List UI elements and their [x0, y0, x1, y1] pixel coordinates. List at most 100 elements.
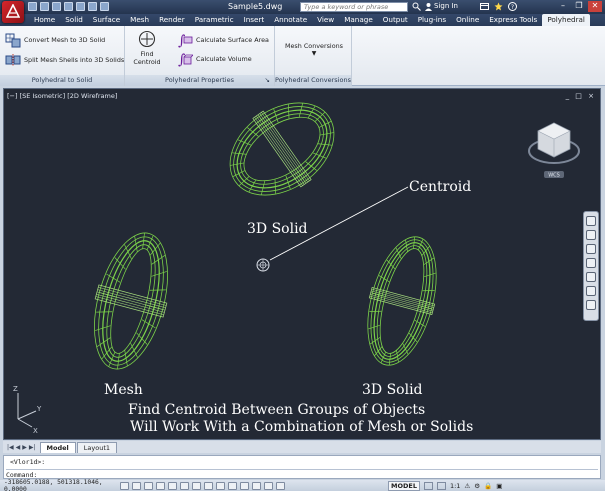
exchange-icon[interactable]	[480, 2, 489, 11]
right-solid-ring[interactable]	[354, 229, 451, 373]
clean-screen-icon[interactable]: ▣	[496, 482, 502, 490]
annotation-scale[interactable]: 1:1	[450, 482, 460, 490]
redo-icon[interactable]	[100, 2, 109, 11]
viewport-label[interactable]: [−] [SE Isometric] [2D Wireframe]	[7, 92, 117, 100]
tab-online[interactable]: Online	[451, 14, 484, 26]
snap-icon[interactable]	[132, 481, 141, 490]
command-input[interactable]: Command:	[6, 469, 598, 479]
quick-properties-icon[interactable]	[264, 481, 273, 490]
lineweight-icon[interactable]	[240, 481, 249, 490]
full-navigation-wheel-icon[interactable]	[586, 216, 596, 226]
centroid-marker[interactable]	[256, 258, 270, 272]
dialog-launcher-icon[interactable]: ↘	[265, 75, 270, 86]
grid-icon[interactable]	[144, 481, 153, 490]
tab-insert[interactable]: Insert	[239, 14, 270, 26]
navigation-bar	[583, 211, 599, 321]
osnap-icon[interactable]	[180, 481, 189, 490]
wcs-badge[interactable]: WCS	[548, 173, 560, 179]
viewcube[interactable]: WCS	[528, 122, 580, 179]
quick-view-drawings-icon[interactable]	[436, 482, 446, 490]
undo-icon[interactable]	[88, 2, 97, 11]
plot-icon[interactable]	[76, 2, 85, 11]
otrack-icon[interactable]	[204, 481, 213, 490]
drafting-toggles	[120, 481, 285, 490]
polar-icon[interactable]	[168, 481, 177, 490]
command-window[interactable]: <Vlor1d>: Command:	[3, 455, 601, 479]
tab-home[interactable]: Home	[29, 14, 60, 26]
save-icon[interactable]	[52, 2, 61, 11]
navbar-customize-icon[interactable]	[586, 286, 596, 296]
top-solid-ring[interactable]	[211, 89, 352, 216]
tab-surface[interactable]: Surface	[88, 14, 125, 26]
mesh-conversions-dropdown[interactable]: Mesh Conversions ▼	[279, 42, 349, 57]
tab-annotate[interactable]: Annotate	[269, 14, 312, 26]
drawing-viewport[interactable]: Centroid 3D Solid Mesh 3D Solid Find Cen…	[3, 88, 601, 440]
tab-view[interactable]: View	[312, 14, 339, 26]
sign-in-link[interactable]: Sign In	[434, 2, 458, 10]
convert-mesh-to-solid-button[interactable]: Convert Mesh to 3D Solid	[5, 32, 105, 48]
search-icon[interactable]	[412, 2, 421, 11]
restore-button[interactable]: ❐	[572, 1, 586, 12]
showmotion-icon[interactable]	[586, 272, 596, 282]
ring-segment	[405, 239, 408, 252]
dyn-icon[interactable]	[228, 481, 237, 490]
open-icon[interactable]	[40, 2, 49, 11]
ring-segment	[124, 350, 128, 367]
infer-constraints-icon[interactable]	[120, 481, 129, 490]
tab-solid[interactable]: Solid	[60, 14, 88, 26]
lock-icon[interactable]: 🔒	[484, 482, 492, 490]
tab-render[interactable]: Render	[154, 14, 190, 26]
workspace-switching-icon[interactable]: ⚙	[474, 482, 480, 490]
star-icon[interactable]	[494, 2, 503, 11]
calculate-volume-button[interactable]: ∫ Calculate Volume	[177, 51, 252, 67]
tab-manage[interactable]: Manage	[339, 14, 378, 26]
application-menu-button[interactable]	[2, 1, 24, 23]
panel-polyhedral-properties: Find Centroid ∫ Calculate Surface Area ∫…	[125, 26, 275, 86]
zoom-icon[interactable]	[586, 244, 596, 254]
calculate-volume-label: Calculate Volume	[196, 55, 252, 63]
orbit-icon[interactable]	[586, 258, 596, 268]
quick-view-layouts-icon[interactable]	[423, 482, 433, 490]
tab-plug-ins[interactable]: Plug-ins	[413, 14, 451, 26]
user-icon[interactable]	[424, 2, 433, 11]
next-layout-icon[interactable]: ▶	[22, 444, 27, 451]
tab-express-tools[interactable]: Express Tools	[484, 14, 542, 26]
panel-polyhedral-to-solid: Convert Mesh to 3D Solid Split Mesh Shel…	[0, 26, 125, 86]
tab-parametric[interactable]: Parametric	[190, 14, 239, 26]
pan-icon[interactable]	[586, 230, 596, 240]
crossbar-line	[96, 291, 166, 311]
help-icon[interactable]: ?	[508, 2, 517, 11]
ortho-icon[interactable]	[156, 481, 165, 490]
first-layout-icon[interactable]: |◀	[7, 444, 14, 451]
annotation-visibility-icon[interactable]: ⚠	[464, 482, 470, 490]
save-as-icon[interactable]	[64, 2, 73, 11]
tab-output[interactable]: Output	[378, 14, 413, 26]
search-input[interactable]: Type a keyword or phrase	[300, 2, 408, 12]
navbar-extra-icon[interactable]	[586, 300, 596, 310]
transparency-icon[interactable]	[252, 481, 261, 490]
crossbar-line	[257, 114, 307, 184]
calculate-surface-area-button[interactable]: ∫ Calculate Surface Area	[177, 32, 269, 48]
ducs-icon[interactable]	[216, 481, 225, 490]
tab-mesh[interactable]: Mesh	[125, 14, 154, 26]
last-layout-icon[interactable]: ▶|	[29, 444, 36, 451]
integral-volume-icon: ∫	[178, 52, 193, 67]
split-mesh-shells-button[interactable]: Split Mesh Shells into 3D Solids	[5, 52, 124, 68]
selection-cycling-icon[interactable]	[276, 481, 285, 490]
mesh-ring[interactable]	[79, 224, 183, 377]
prev-layout-icon[interactable]: ◀	[16, 444, 21, 451]
3d-osnap-icon[interactable]	[192, 481, 201, 490]
layout-tab-model[interactable]: Model	[39, 441, 76, 453]
panel-footer-polyhedral-to-solid: Polyhedral to Solid	[0, 75, 124, 86]
coordinate-readout[interactable]: -318605.0188, 501318.1046, 0.0000	[0, 479, 120, 491]
viewport-controls[interactable]: _ □ ×	[566, 92, 596, 100]
tab-polyhedral[interactable]: Polyhedral	[542, 14, 590, 26]
new-icon[interactable]	[28, 2, 37, 11]
find-centroid-button[interactable]: Find Centroid	[127, 30, 167, 66]
model-space-toggle[interactable]: MODEL	[388, 481, 420, 491]
close-button[interactable]: ✕	[588, 1, 602, 12]
layout-nav-arrows[interactable]: |◀ ◀ ▶ ▶|	[3, 444, 40, 451]
minimize-button[interactable]: –	[556, 1, 570, 12]
layout-tab-layout1[interactable]: Layout1	[76, 441, 117, 453]
crossbar-line	[259, 113, 308, 183]
